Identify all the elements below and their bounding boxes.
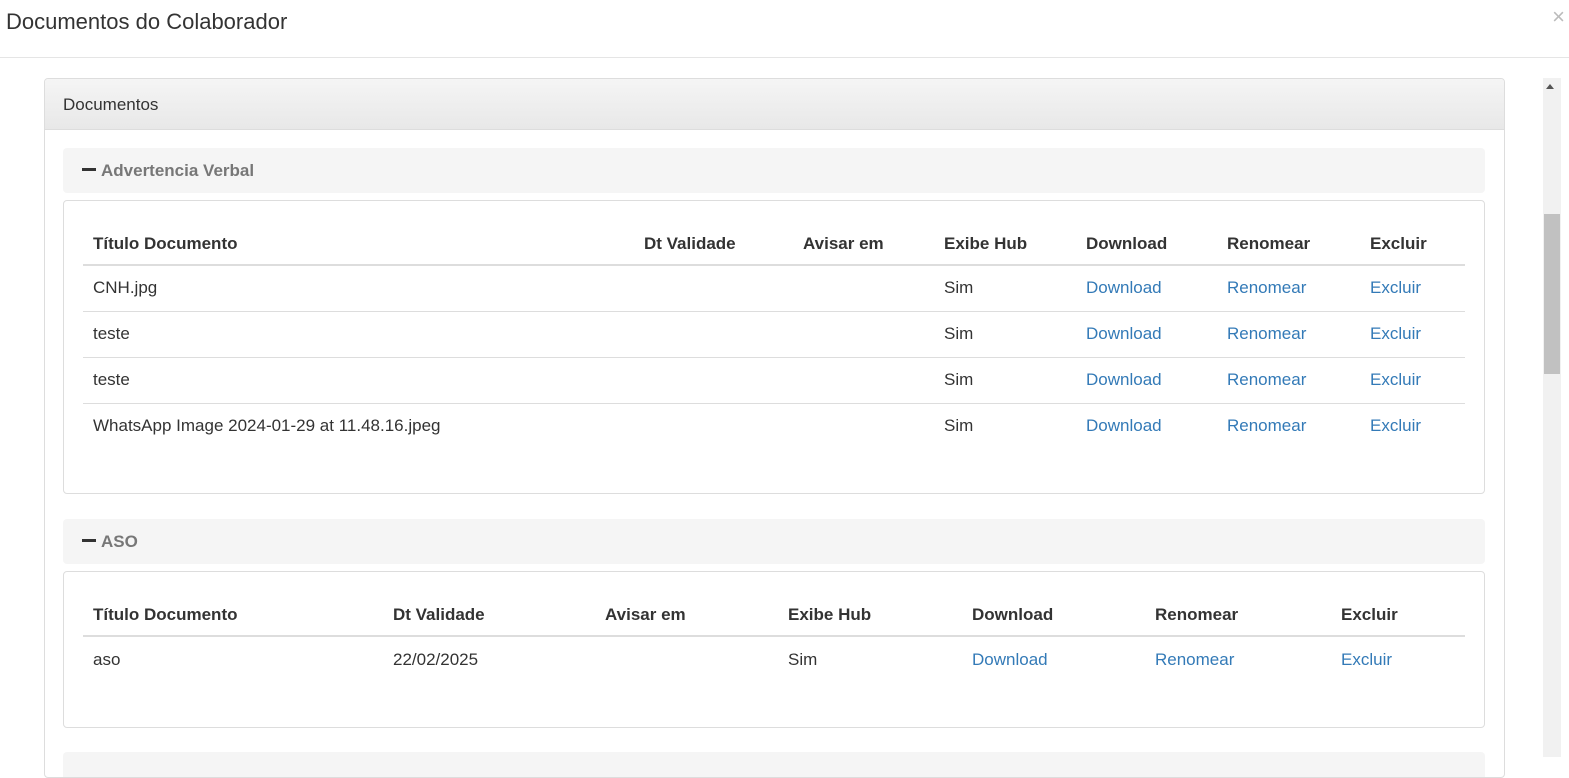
cell-hub: Sim [934,402,1076,449]
cell-titulo: teste [83,356,634,403]
rename-link[interactable]: Renomear [1227,370,1306,389]
close-icon[interactable]: × [1552,6,1565,28]
group-body: Título Documento Dt Validade Avisar em E… [63,200,1485,494]
rename-link[interactable]: Renomear [1227,324,1306,343]
table-row: CNH.jpg Sim Download Renomear Excluir [83,265,1465,311]
delete-link[interactable]: Excluir [1370,370,1421,389]
col-header-avisar: Avisar em [595,594,778,637]
cell-titulo: teste [83,310,634,357]
download-link[interactable]: Download [1086,324,1162,343]
scrollbar[interactable] [1543,78,1561,757]
documents-panel: Documentos Advertencia Verbal Título Doc… [44,78,1505,778]
cell-hub: Sim [944,278,974,298]
cell-validade: 22/02/2025 [393,649,479,669]
modal-title: Documentos do Colaborador [6,9,288,34]
delete-link[interactable]: Excluir [1370,416,1421,435]
cell-avisar [793,402,934,449]
col-header-titulo: Título Documento [83,223,634,266]
col-header-excluir: Excluir [1331,594,1465,637]
cell-validade [634,310,793,357]
cell-validade [634,402,793,449]
group-body: Título Documento Dt Validade Avisar em E… [63,571,1485,728]
col-header-renomear: Renomear [1217,223,1360,266]
table-row: teste Sim Download Renomear Excluir [83,310,1465,357]
col-header-avisar: Avisar em [793,223,934,266]
col-header-renomear: Renomear [1145,594,1331,637]
cell-avisar [595,636,778,682]
group-header-aso[interactable]: ASO [63,519,1485,564]
table-header-row: Título Documento Dt Validade Avisar em E… [83,223,1465,266]
col-header-excluir: Excluir [1360,223,1465,266]
delete-link[interactable]: Excluir [1341,650,1392,669]
cell-titulo: aso [93,649,121,669]
cell-avisar [793,356,934,403]
collapse-icon[interactable] [82,168,96,171]
documents-table: Título Documento Dt Validade Avisar em E… [83,223,1465,449]
cell-avisar [793,310,934,357]
documents-table: Título Documento Dt Validade Avisar em E… [83,594,1465,682]
download-link[interactable]: Download [1086,370,1162,389]
delete-link[interactable]: Excluir [1370,324,1421,343]
panel-heading: Documentos [45,79,1504,130]
cell-hub: Sim [934,356,1076,403]
scroll-up-arrow-icon[interactable] [1546,84,1554,89]
group-title: Advertencia Verbal [101,161,255,180]
col-header-validade: Dt Validade [634,223,793,266]
cell-validade [634,356,793,403]
rename-link[interactable]: Renomear [1227,416,1306,435]
group-header-next[interactable] [63,752,1485,777]
scroll-thumb[interactable] [1544,214,1560,374]
cell-avisar [793,265,934,311]
modal-header: Documentos do Colaborador × [0,0,1569,58]
download-link[interactable]: Download [1086,278,1162,297]
group-advertencia-verbal: Advertencia Verbal Título Documento Dt V… [63,148,1485,494]
table-row: aso 22/02/2025 Sim Download Renomear Exc… [83,636,1465,682]
group-header-advertencia-verbal[interactable]: Advertencia Verbal [63,148,1485,193]
panel-title: Documentos [63,95,159,114]
cell-validade [634,265,793,311]
col-header-validade: Dt Validade [383,594,595,637]
group-aso: ASO Título Documento Dt Validade Avisar … [63,519,1485,728]
cell-titulo: WhatsApp Image 2024-01-29 at 11.48.16.jp… [83,402,634,449]
cell-hub: Sim [788,649,818,669]
rename-link[interactable]: Renomear [1227,278,1306,297]
group-title: ASO [101,532,138,551]
col-header-download: Download [1076,223,1217,266]
delete-link[interactable]: Excluir [1370,278,1421,297]
cell-titulo: CNH.jpg [93,278,158,298]
collapse-icon[interactable] [82,539,96,542]
cell-hub: Sim [934,310,1076,357]
col-header-titulo: Título Documento [83,594,383,637]
col-header-hub: Exibe Hub [934,223,1076,266]
table-header-row: Título Documento Dt Validade Avisar em E… [83,594,1465,637]
download-link[interactable]: Download [972,650,1048,669]
table-row: WhatsApp Image 2024-01-29 at 11.48.16.jp… [83,402,1465,449]
col-header-hub: Exibe Hub [778,594,962,637]
rename-link[interactable]: Renomear [1155,650,1234,669]
table-row: teste Sim Download Renomear Excluir [83,356,1465,403]
col-header-download: Download [962,594,1145,637]
download-link[interactable]: Download [1086,416,1162,435]
